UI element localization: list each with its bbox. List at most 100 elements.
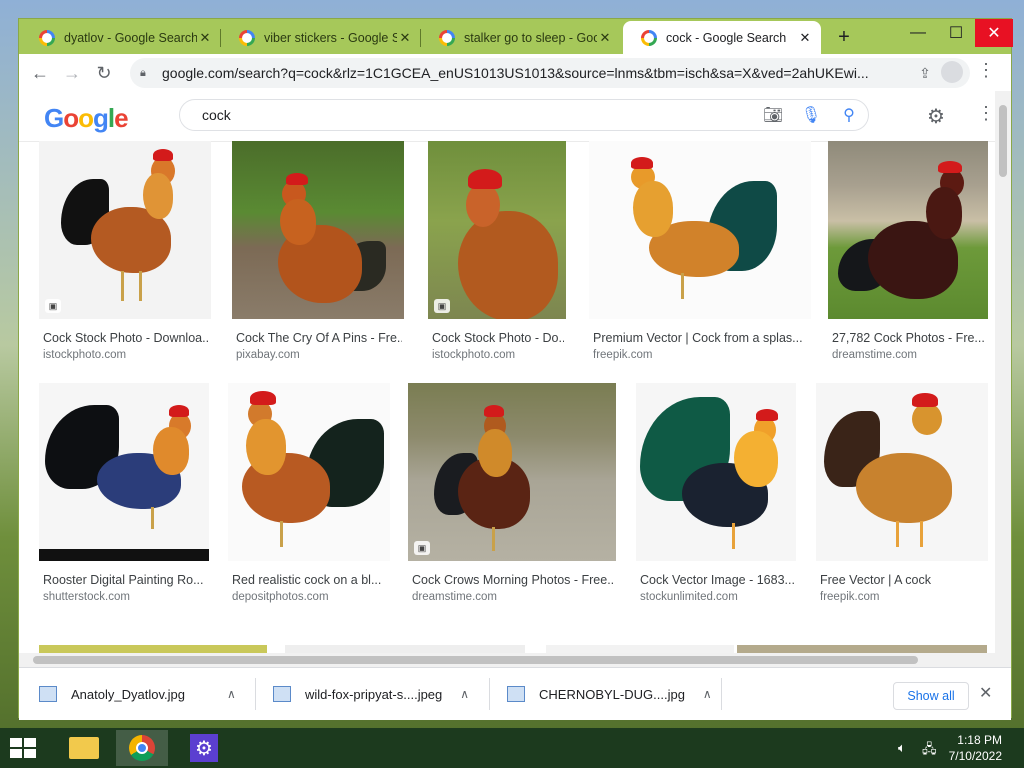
- result-thumbnail[interactable]: ▣: [428, 141, 566, 319]
- close-tab-icon[interactable]: ✕: [197, 30, 213, 46]
- download-item[interactable]: Anatoly_Dyatlov.jpg ∧: [39, 668, 236, 720]
- rooster-head: [466, 183, 500, 227]
- chevron-up-icon[interactable]: ∧: [227, 687, 236, 701]
- download-filename: wild-fox-pripyat-s....jpeg: [305, 686, 443, 702]
- result-title[interactable]: Rooster Digital Painting Ro...: [43, 573, 207, 587]
- chevron-up-icon[interactable]: ∧: [460, 687, 469, 701]
- image-result[interactable]: Rooster Digital Painting Ro... shutterst…: [39, 383, 209, 623]
- image-result[interactable]: [546, 645, 734, 653]
- show-all-button[interactable]: Show all: [893, 682, 969, 710]
- result-source[interactable]: istockphoto.com: [43, 349, 126, 361]
- result-source[interactable]: stockunlimited.com: [640, 591, 738, 603]
- back-arrow-icon[interactable]: ←: [27, 60, 53, 86]
- share-icon[interactable]: ⇪: [910, 65, 940, 82]
- image-result[interactable]: Cock The Cry Of A Pins - Fre... pixabay.…: [232, 141, 404, 381]
- rooster-comb: [286, 173, 308, 185]
- result-thumbnail[interactable]: [228, 383, 390, 561]
- horizontal-scrollbar[interactable]: [19, 653, 1011, 667]
- scrollbar-thumb[interactable]: [999, 105, 1007, 177]
- result-title[interactable]: Free Vector | A cock: [820, 573, 986, 587]
- search-icon[interactable]: ⚲: [830, 105, 868, 125]
- result-title[interactable]: Cock Stock Photo - Do...: [432, 331, 564, 345]
- result-thumbnail[interactable]: [636, 383, 796, 561]
- result-thumbnail[interactable]: ▣: [39, 141, 211, 319]
- image-result[interactable]: ▣ Cock Stock Photo - Downloa... istockph…: [39, 141, 211, 381]
- google-favicon-icon: [39, 29, 55, 46]
- image-result[interactable]: ▣ Cock Crows Morning Photos - Free... dr…: [408, 383, 616, 623]
- result-source[interactable]: freepik.com: [820, 591, 879, 603]
- microphone-icon[interactable]: 🎙︎: [792, 105, 830, 125]
- result-title[interactable]: Cock Crows Morning Photos - Free...: [412, 573, 614, 587]
- image-result[interactable]: Red realistic cock on a bl... depositpho…: [228, 383, 390, 623]
- result-thumbnail[interactable]: [589, 141, 811, 319]
- image-file-icon: [507, 686, 525, 702]
- result-source[interactable]: freepik.com: [593, 349, 652, 361]
- close-tab-icon[interactable]: ✕: [397, 30, 413, 46]
- maximize-button[interactable]: ☐: [937, 19, 975, 47]
- download-item[interactable]: CHERNOBYL-DUG....jpg ∧: [507, 668, 712, 720]
- url-text[interactable]: google.com/search?q=cock&rlz=1C1GCEA_enU…: [162, 65, 910, 81]
- tab-stalker[interactable]: stalker go to sleep - Goo ✕: [421, 21, 621, 54]
- result-source[interactable]: pixabay.com: [236, 349, 300, 361]
- image-result[interactable]: [737, 645, 987, 653]
- image-result[interactable]: Cock Vector Image - 1683... stockunlimit…: [636, 383, 796, 623]
- result-title[interactable]: 27,782 Cock Photos - Fre...: [832, 331, 986, 345]
- image-result[interactable]: ▣ Cock Stock Photo - Do... istockphoto.c…: [428, 141, 566, 381]
- forward-arrow-icon[interactable]: →: [59, 60, 85, 86]
- result-source[interactable]: dreamstime.com: [832, 349, 917, 361]
- google-logo[interactable]: Google: [44, 103, 129, 134]
- result-title[interactable]: Premium Vector | Cock from a splas...: [593, 331, 809, 345]
- image-badge-icon: ▣: [434, 299, 450, 313]
- result-thumbnail[interactable]: [816, 383, 988, 561]
- result-thumbnail[interactable]: [828, 141, 988, 319]
- result-title[interactable]: Cock Vector Image - 1683...: [640, 573, 794, 587]
- result-source[interactable]: depositphotos.com: [232, 591, 329, 603]
- image-result[interactable]: Free Vector | A cock freepik.com: [816, 383, 988, 623]
- logo-letter: e: [114, 103, 129, 133]
- image-result[interactable]: [285, 645, 525, 653]
- download-item[interactable]: wild-fox-pripyat-s....jpeg ∧: [273, 668, 469, 720]
- reload-icon[interactable]: ↻: [91, 60, 117, 86]
- scrollbar-thumb[interactable]: [33, 656, 918, 664]
- result-thumbnail[interactable]: [39, 383, 209, 561]
- windows-start-icon[interactable]: [8, 736, 38, 760]
- image-result[interactable]: Premium Vector | Cock from a splas... fr…: [589, 141, 811, 381]
- volume-muted-icon[interactable]: 🔈︎: [898, 740, 906, 756]
- result-source[interactable]: shutterstock.com: [43, 591, 130, 603]
- minimize-button[interactable]: —: [899, 19, 937, 47]
- image-result[interactable]: 27,782 Cock Photos - Fre... dreamstime.c…: [828, 141, 988, 381]
- result-source[interactable]: dreamstime.com: [412, 591, 497, 603]
- result-title[interactable]: Cock Stock Photo - Downloa...: [43, 331, 209, 345]
- close-icon[interactable]: ✕: [979, 683, 992, 703]
- result-title[interactable]: Cock The Cry Of A Pins - Fre...: [236, 331, 402, 345]
- browser-menu-icon[interactable]: ⋮: [977, 60, 995, 81]
- close-tab-icon[interactable]: ✕: [597, 30, 613, 46]
- rooster-leg: [681, 273, 684, 299]
- close-tab-icon[interactable]: ✕: [797, 30, 813, 46]
- camera-icon[interactable]: 📷︎: [754, 105, 792, 125]
- new-tab-button[interactable]: +: [833, 27, 855, 47]
- close-window-button[interactable]: ✕: [975, 19, 1013, 47]
- profile-avatar-icon[interactable]: [941, 61, 963, 83]
- search-input[interactable]: [200, 106, 754, 124]
- address-bar[interactable]: 🔒︎ google.com/search?q=cock&rlz=1C1GCEA_…: [130, 58, 970, 88]
- rooster-comb: [250, 391, 276, 405]
- chevron-up-icon[interactable]: ∧: [703, 687, 712, 701]
- tab-dyatlov[interactable]: dyatlov - Google Search ✕: [21, 21, 221, 54]
- result-thumbnail[interactable]: [232, 141, 404, 319]
- result-title[interactable]: Red realistic cock on a bl...: [232, 573, 388, 587]
- image-result[interactable]: [39, 645, 267, 653]
- rooster-head: [912, 403, 942, 435]
- browser-toolbar: ← → ↻ 🔒︎ google.com/search?q=cock&rlz=1C…: [19, 54, 1011, 91]
- tab-viber-stickers[interactable]: viber stickers - Google Se ✕: [221, 21, 421, 54]
- gear-icon[interactable]: ⚙: [927, 104, 945, 129]
- file-explorer-icon[interactable]: [58, 730, 110, 766]
- vertical-scrollbar[interactable]: [995, 91, 1011, 653]
- result-source[interactable]: istockphoto.com: [432, 349, 515, 361]
- system-clock[interactable]: 1:18 PM 7/10/2022: [949, 732, 1002, 764]
- result-thumbnail[interactable]: ▣: [408, 383, 616, 561]
- settings-gear-icon[interactable]: ⚙: [178, 730, 230, 766]
- network-icon[interactable]: 🖧︎: [922, 740, 937, 762]
- chrome-icon[interactable]: [116, 730, 168, 766]
- tab-cock[interactable]: cock - Google Search ✕: [623, 21, 821, 54]
